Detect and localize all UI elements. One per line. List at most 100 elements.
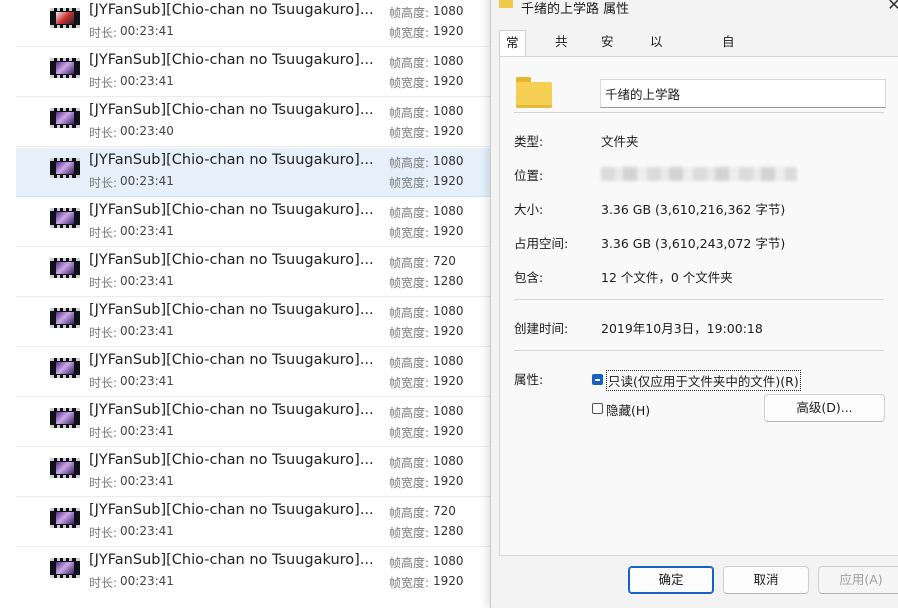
frame-width-value: 1920: [433, 474, 464, 488]
video-thumbnail-icon: [50, 8, 80, 28]
created-label: 创建时间:: [514, 321, 569, 336]
file-row[interactable]: [JYFanSub][Chio-chan no Tsuugakuro]... 时长…: [16, 348, 490, 397]
video-thumbnail-icon: [50, 358, 80, 378]
tab-security[interactable]: 安全: [595, 30, 620, 73]
frame-width-value: 1920: [433, 174, 464, 188]
frame-width-label: 帧宽度:: [389, 126, 430, 140]
close-button[interactable]: ✕: [883, 0, 898, 16]
file-row[interactable]: [JYFanSub][Chio-chan no Tsuugakuro]... 时长…: [16, 298, 490, 347]
divider: [514, 112, 884, 113]
frame-height-label: 帧高度:: [389, 6, 430, 20]
divider: [514, 350, 884, 351]
file-row[interactable]: [JYFanSub][Chio-chan no Tsuugakuro]... 时长…: [16, 148, 490, 197]
file-name: [JYFanSub][Chio-chan no Tsuugakuro]...: [89, 352, 374, 368]
duration-value: 00:23:41: [120, 424, 174, 438]
divider: [514, 299, 884, 300]
frame-height-label: 帧高度:: [389, 406, 430, 420]
tab-sharing[interactable]: 共享: [549, 30, 574, 73]
readonly-checkbox[interactable]: [592, 374, 603, 385]
file-row[interactable]: [JYFanSub][Chio-chan no Tsuugakuro]... 时长…: [16, 48, 490, 97]
folder-icon: [499, 0, 513, 8]
frame-height-label: 帧高度:: [389, 306, 430, 320]
frame-width-label: 帧宽度:: [389, 576, 430, 590]
tab-general[interactable]: 常规: [499, 30, 526, 74]
hidden-checkbox[interactable]: [592, 403, 603, 414]
video-thumbnail-icon: [50, 158, 80, 178]
file-row[interactable]: [JYFanSub][Chio-chan no Tsuugakuro]... 时长…: [16, 198, 490, 247]
duration-value: 00:23:41: [120, 274, 174, 288]
video-thumbnail-icon: [50, 558, 80, 578]
file-name: [JYFanSub][Chio-chan no Tsuugakuro]...: [89, 102, 374, 118]
file-name: [JYFanSub][Chio-chan no Tsuugakuro]...: [89, 302, 374, 318]
duration-value: 00:23:41: [120, 374, 174, 388]
duration-value: 00:23:41: [120, 324, 174, 338]
file-row[interactable]: [JYFanSub][Chio-chan no Tsuugakuro]... 时长…: [16, 448, 490, 497]
frame-height-label: 帧高度:: [389, 206, 430, 220]
advanced-button[interactable]: 高级(D)...: [764, 394, 885, 422]
frame-width-label: 帧宽度:: [389, 76, 430, 90]
frame-height-value: 1080: [433, 454, 464, 468]
duration-label: 时长:: [89, 76, 118, 90]
frame-width-value: 1920: [433, 324, 464, 338]
frame-width-label: 帧宽度:: [389, 426, 430, 440]
frame-height-value: 1080: [433, 404, 464, 418]
video-thumbnail-icon: [50, 258, 80, 278]
duration-label: 时长:: [89, 226, 118, 240]
type-label: 类型:: [514, 134, 544, 149]
file-name: [JYFanSub][Chio-chan no Tsuugakuro]...: [89, 502, 374, 518]
size-on-disk-label: 占用空间:: [514, 236, 569, 251]
duration-value: 00:23:41: [120, 224, 174, 238]
created-value: 2019年10月3日，19:00:18: [601, 321, 763, 336]
video-thumbnail-icon: [50, 308, 80, 328]
file-list: [JYFanSub][Chio-chan no Tsuugakuro]... 时长…: [0, 0, 490, 590]
general-panel: 类型: 文件夹 位置: 大小: 3.36 GB (3,610,216,362 字…: [499, 56, 898, 556]
duration-label: 时长:: [89, 276, 118, 290]
file-name: [JYFanSub][Chio-chan no Tsuugakuro]...: [89, 152, 374, 168]
video-thumbnail-icon: [50, 108, 80, 128]
file-row[interactable]: [JYFanSub][Chio-chan no Tsuugakuro]... 时长…: [16, 548, 490, 590]
frame-height-value: 1080: [433, 104, 464, 118]
frame-height-label: 帧高度:: [389, 106, 430, 120]
folder-icon: [516, 77, 552, 108]
file-row[interactable]: [JYFanSub][Chio-chan no Tsuugakuro]... 时长…: [16, 498, 490, 547]
tab-previous-versions[interactable]: 以前的版本: [644, 30, 669, 145]
dialog-titlebar[interactable]: 千绪的上学路 属性 ✕: [491, 0, 898, 24]
contains-value: 12 个文件，0 个文件夹: [601, 270, 733, 285]
folder-name-field[interactable]: [600, 79, 886, 108]
duration-label: 时长:: [89, 526, 118, 540]
frame-width-label: 帧宽度:: [389, 326, 430, 340]
frame-height-value: 1080: [433, 154, 464, 168]
hidden-label[interactable]: 隐藏(H): [606, 400, 650, 419]
dialog-title: 千绪的上学路 属性: [521, 2, 630, 17]
file-row[interactable]: [JYFanSub][Chio-chan no Tsuugakuro]... 时长…: [16, 398, 490, 447]
duration-value: 00:23:41: [120, 524, 174, 538]
file-row[interactable]: [JYFanSub][Chio-chan no Tsuugakuro]... 时长…: [16, 0, 490, 47]
file-name: [JYFanSub][Chio-chan no Tsuugakuro]...: [89, 402, 374, 418]
attributes-label: 属性:: [514, 372, 544, 387]
duration-value: 00:23:41: [120, 24, 174, 38]
frame-width-value: 1280: [433, 274, 464, 288]
duration-label: 时长:: [89, 426, 118, 440]
frame-width-label: 帧宽度:: [389, 26, 430, 40]
video-thumbnail-icon: [50, 508, 80, 528]
frame-width-value: 1920: [433, 74, 464, 88]
duration-label: 时长:: [89, 26, 118, 40]
duration-label: 时长:: [89, 176, 118, 190]
file-row[interactable]: [JYFanSub][Chio-chan no Tsuugakuro]... 时长…: [16, 248, 490, 297]
duration-label: 时长:: [89, 576, 118, 590]
readonly-label[interactable]: 只读(仅应用于文件夹中的文件)(R): [606, 370, 801, 391]
frame-height-value: 1080: [433, 304, 464, 318]
location-value-redacted: [601, 167, 797, 181]
frame-height-value: 720: [433, 254, 456, 268]
frame-width-value: 1920: [433, 224, 464, 238]
frame-width-value: 1920: [433, 374, 464, 388]
properties-dialog: 千绪的上学路 属性 ✕ 常规 共享 安全 以前的版本 自定义 类型: 文件夹 位…: [490, 0, 898, 608]
tab-customize[interactable]: 自定义: [716, 30, 741, 97]
frame-height-value: 720: [433, 504, 456, 518]
frame-height-label: 帧高度:: [389, 56, 430, 70]
frame-width-value: 1920: [433, 424, 464, 438]
file-name: [JYFanSub][Chio-chan no Tsuugakuro]...: [89, 52, 374, 68]
video-thumbnail-icon: [50, 458, 80, 478]
file-row[interactable]: [JYFanSub][Chio-chan no Tsuugakuro]... 时长…: [16, 98, 490, 147]
duration-label: 时长:: [89, 126, 118, 140]
